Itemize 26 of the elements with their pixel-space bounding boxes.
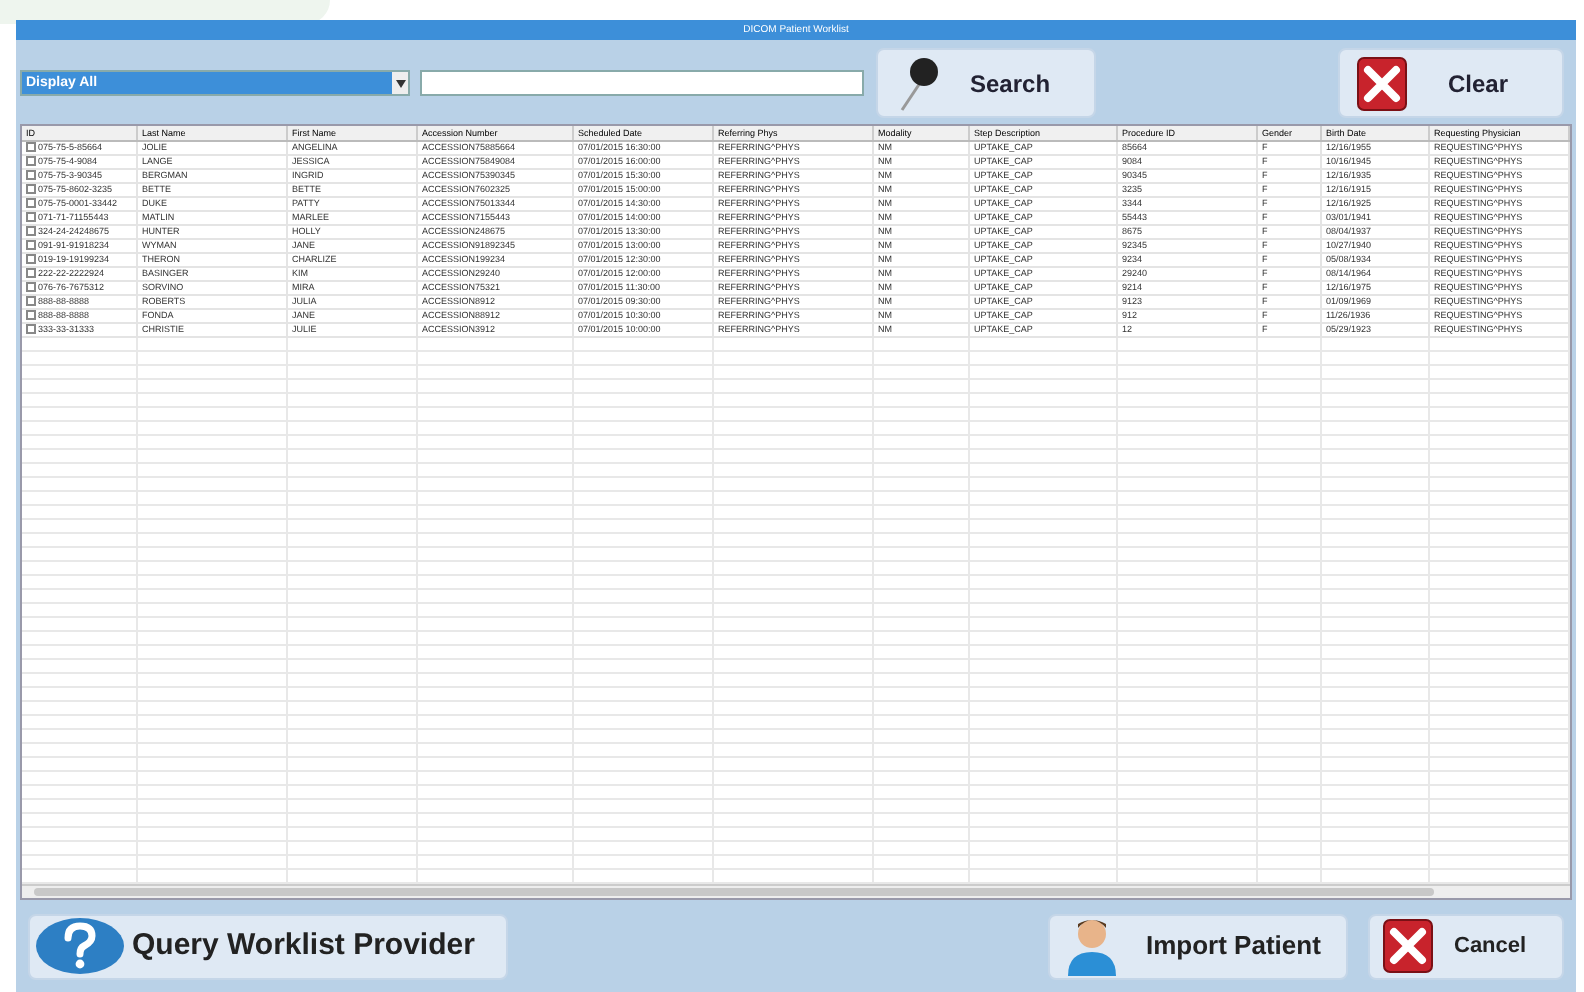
row-checkbox[interactable] bbox=[26, 296, 36, 307]
row-checkbox[interactable] bbox=[26, 170, 36, 181]
row-checkbox[interactable] bbox=[26, 198, 36, 209]
row-checkbox[interactable] bbox=[26, 310, 36, 321]
row-checkbox[interactable] bbox=[26, 282, 36, 293]
row-checkbox[interactable] bbox=[26, 226, 36, 237]
import-patient-button[interactable]: Import Patient bbox=[1048, 913, 1348, 980]
row-checkbox[interactable] bbox=[26, 268, 36, 279]
clear-button[interactable]: Clear bbox=[1338, 48, 1564, 119]
help-icon bbox=[34, 916, 126, 977]
cancel-button[interactable]: Cancel bbox=[1368, 913, 1564, 980]
row-checkbox[interactable] bbox=[26, 240, 36, 251]
row-checkbox[interactable] bbox=[26, 156, 36, 167]
row-checkbox[interactable] bbox=[26, 142, 36, 153]
row-checkbox[interactable] bbox=[26, 184, 36, 195]
close-icon bbox=[1356, 55, 1408, 112]
dropdown-caret-icon bbox=[392, 72, 408, 95]
row-checkbox[interactable] bbox=[26, 324, 36, 335]
query-worklist-button[interactable]: Query Worklist Provider bbox=[28, 913, 508, 980]
row-checkbox[interactable] bbox=[26, 254, 36, 265]
person-icon bbox=[1066, 916, 1118, 977]
search-button[interactable]: Search bbox=[876, 48, 1096, 119]
row-checkbox[interactable] bbox=[26, 212, 36, 223]
pin-icon bbox=[898, 55, 942, 112]
search-field[interactable] bbox=[420, 70, 864, 97]
close-icon bbox=[1382, 918, 1434, 975]
